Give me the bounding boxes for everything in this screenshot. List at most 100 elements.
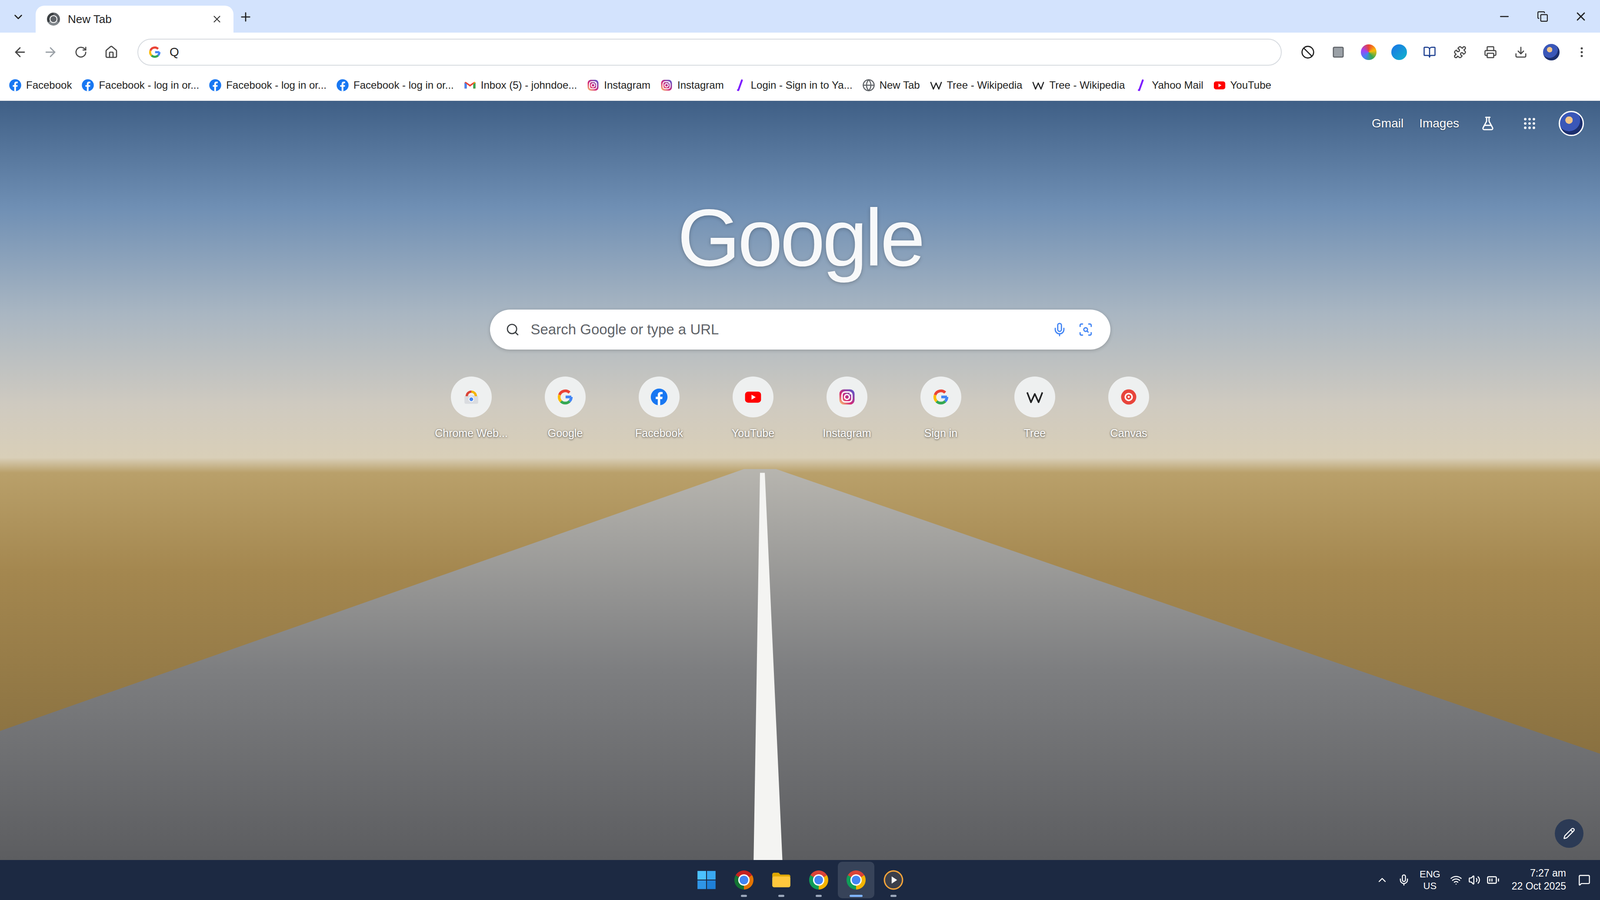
running-indicator — [740, 894, 747, 897]
microphone-icon[interactable] — [1397, 873, 1410, 887]
shortcut-tile[interactable]: Chrome Web... — [424, 376, 519, 440]
apps-button[interactable] — [1516, 110, 1543, 137]
canvas-icon — [1119, 387, 1138, 407]
microphone-icon[interactable] — [1052, 322, 1067, 337]
shortcut-tile[interactable]: Canvas — [1081, 376, 1176, 440]
downloads-button[interactable] — [1508, 40, 1534, 65]
shortcut-tile[interactable]: Google — [518, 376, 613, 440]
shortcuts: Chrome Web...GoogleFacebookYouTubeInstag… — [424, 376, 1176, 440]
forward-button[interactable] — [38, 40, 63, 65]
close-icon — [211, 13, 223, 25]
bookmark-label: Facebook — [26, 79, 72, 92]
plus-icon — [238, 10, 253, 24]
extensions-menu-button[interactable] — [1447, 40, 1473, 65]
instagram-icon — [586, 78, 600, 92]
notification-icon[interactable] — [1578, 873, 1591, 887]
bookmark[interactable]: Yahoo Mail — [1134, 78, 1204, 92]
facebook-icon — [336, 78, 350, 92]
shortcut-icon-circle — [638, 376, 680, 418]
gmail-icon — [463, 78, 477, 92]
header-link[interactable]: Gmail — [1371, 116, 1404, 131]
taskbar-app[interactable] — [688, 861, 725, 899]
running-indicator — [815, 894, 822, 897]
tab-close-button[interactable] — [208, 10, 226, 28]
browser-tab[interactable]: New Tab — [35, 5, 234, 33]
shortcut-tile[interactable]: Sign in — [893, 376, 988, 440]
bookmark[interactable]: Inbox (5) - johndoe... — [463, 78, 577, 92]
minimize-button[interactable] — [1485, 0, 1524, 33]
shortcut-label: Sign in — [924, 426, 958, 440]
lens-icon[interactable] — [1078, 322, 1094, 337]
chevron-up-icon[interactable] — [1376, 873, 1389, 887]
shortcut-tile[interactable]: Tree — [987, 376, 1082, 440]
customize-button[interactable] — [1554, 819, 1584, 848]
bookmark[interactable]: Facebook - log in or... — [336, 78, 454, 92]
taskbar-app[interactable] — [763, 861, 800, 899]
reload-button[interactable] — [68, 40, 94, 65]
clock[interactable]: 7:27 am22 Oct 2025 — [1509, 866, 1569, 894]
bookmark-label: Facebook - log in or... — [98, 79, 200, 92]
bookmark-label: Login - Sign in to Ya... — [750, 79, 853, 92]
extension-button[interactable] — [1295, 40, 1320, 65]
taskbar-app[interactable] — [875, 861, 912, 899]
bookmark[interactable]: Instagram — [586, 78, 651, 92]
bookmark[interactable]: Instagram — [660, 78, 724, 92]
bookmark[interactable]: Facebook - log in or... — [208, 78, 327, 92]
color-extension-icon — [1360, 44, 1377, 60]
restore-icon — [1536, 10, 1549, 23]
tab-label: New Tab — [67, 12, 201, 27]
language-indicator[interactable]: ENGUS — [1419, 868, 1441, 893]
search-box[interactable]: Search Google or type a URL — [490, 309, 1111, 350]
new-tab-page: Gmail Images Google Search Google or type a… — [0, 100, 1600, 860]
taskbar-app[interactable] — [837, 861, 875, 899]
media-player-icon — [882, 869, 905, 891]
quick-settings[interactable] — [1450, 873, 1500, 887]
bookmark-label: Yahoo Mail — [1151, 79, 1204, 92]
omnibox[interactable]: Q — [137, 38, 1282, 66]
taskbar-app[interactable] — [725, 861, 763, 899]
bookmark[interactable]: YouTube — [1213, 78, 1272, 92]
bookmark[interactable]: Tree - Wikipedia — [1031, 78, 1125, 92]
search-icon — [505, 322, 520, 337]
bookmark[interactable]: New Tab — [862, 78, 920, 92]
bookmark-label: Tree - Wikipedia — [1049, 79, 1125, 92]
profile-button[interactable] — [1539, 40, 1564, 65]
chrome-icon — [846, 870, 866, 890]
back-button[interactable] — [7, 40, 33, 65]
battery-icon — [1486, 873, 1500, 887]
printer-icon — [1483, 45, 1497, 59]
shortcut-tile[interactable]: YouTube — [706, 376, 800, 440]
extension-button[interactable] — [1386, 40, 1412, 65]
menu-button[interactable] — [1569, 40, 1594, 65]
flask-icon — [1480, 116, 1496, 131]
extension-button[interactable] — [1326, 40, 1351, 65]
facebook-icon — [81, 78, 95, 92]
restore-button[interactable] — [1523, 0, 1562, 33]
labs-button[interactable] — [1474, 110, 1501, 137]
taskbar-app[interactable] — [800, 861, 837, 899]
running-indicator — [890, 894, 897, 897]
close-window-button[interactable] — [1561, 0, 1600, 33]
bookmark[interactable]: Tree - Wikipedia — [929, 78, 1023, 92]
shortcut-icon-circle — [450, 376, 492, 418]
home-button[interactable] — [99, 40, 124, 65]
shortcut-tile[interactable]: Facebook — [612, 376, 707, 440]
account-button[interactable] — [1558, 110, 1585, 137]
shortcut-tile[interactable]: Instagram — [800, 376, 894, 440]
bookmark[interactable]: Login - Sign in to Ya... — [733, 78, 853, 92]
chevron-down-icon — [11, 10, 25, 24]
bookmark-label: Tree - Wikipedia — [946, 79, 1023, 92]
google-icon — [147, 45, 162, 60]
bookmark[interactable]: Facebook - log in or... — [81, 78, 200, 92]
bookmark[interactable]: Facebook — [8, 78, 72, 92]
extension-button[interactable] — [1356, 40, 1381, 65]
tab-search-button[interactable] — [6, 4, 31, 30]
facebook-icon — [208, 78, 222, 92]
print-button[interactable] — [1478, 40, 1503, 65]
bookmark-label: Facebook - log in or... — [353, 79, 454, 92]
header-link[interactable]: Images — [1419, 116, 1460, 131]
account-avatar — [1558, 110, 1584, 137]
side-panel-button[interactable] — [1417, 40, 1442, 65]
new-tab-content: Gmail Images Google Search Google or type a… — [0, 100, 1600, 440]
new-tab-button[interactable] — [233, 4, 258, 30]
